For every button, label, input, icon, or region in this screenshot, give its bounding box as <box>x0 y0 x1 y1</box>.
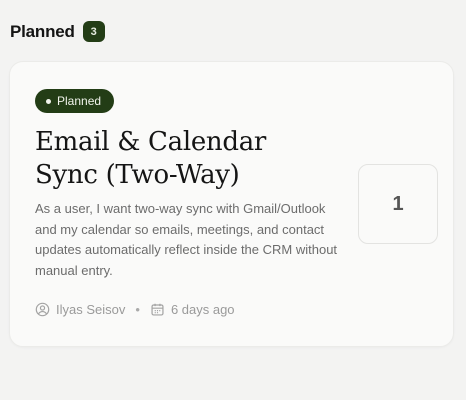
meta-separator: • <box>135 302 140 317</box>
card-meta: Ilyas Seisov • 6 days ago <box>35 302 235 317</box>
column-title: Planned <box>10 21 75 41</box>
created-date: 6 days ago <box>170 302 235 317</box>
card-title[interactable]: Email & Calendar Sync (Two-Way) <box>35 126 335 192</box>
author-name: Ilyas Seisov <box>56 302 126 317</box>
upvote-button[interactable]: 1 <box>358 164 438 244</box>
roadmap-card[interactable]: Planned Email & Calendar Sync (Two-Way) … <box>9 61 454 347</box>
status-label: Planned <box>57 94 102 108</box>
card-description: As a user, I want two-way sync with Gmai… <box>35 201 338 278</box>
vote-count: 1 <box>392 192 404 215</box>
column-header: Planned 3 <box>10 21 105 42</box>
user-circle-icon <box>35 302 50 317</box>
status-dot-icon <box>46 98 51 104</box>
status-badge: Planned <box>35 89 115 113</box>
calendar-icon <box>150 302 165 317</box>
count-badge: 3 <box>82 21 105 42</box>
